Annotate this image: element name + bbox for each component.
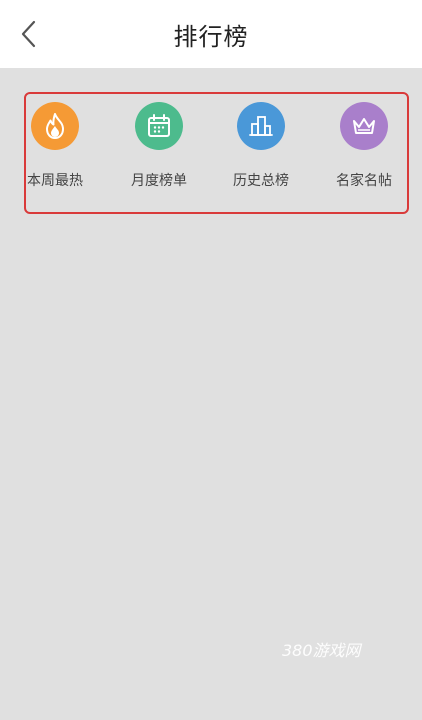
calendar-icon — [135, 102, 183, 150]
category-label: 历史总榜 — [233, 173, 289, 189]
flame-icon — [31, 102, 79, 150]
category-label: 本周最热 — [27, 173, 83, 189]
watermark: 380游戏网 — [282, 641, 361, 660]
top-bar: 排行榜 — [0, 0, 422, 68]
buildings-icon — [237, 102, 285, 150]
category-weekly-hot[interactable]: 本周最热 — [7, 102, 103, 202]
category-all-time[interactable]: 历史总榜 — [213, 102, 309, 202]
category-label: 名家名帖 — [336, 173, 392, 189]
page-title: 排行榜 — [173, 23, 249, 51]
category-label: 月度榜单 — [131, 173, 187, 189]
crown-icon — [340, 102, 388, 150]
category-monthly-list[interactable]: 月度榜单 — [111, 102, 207, 202]
category-famous-posts[interactable]: 名家名帖 — [316, 102, 412, 202]
